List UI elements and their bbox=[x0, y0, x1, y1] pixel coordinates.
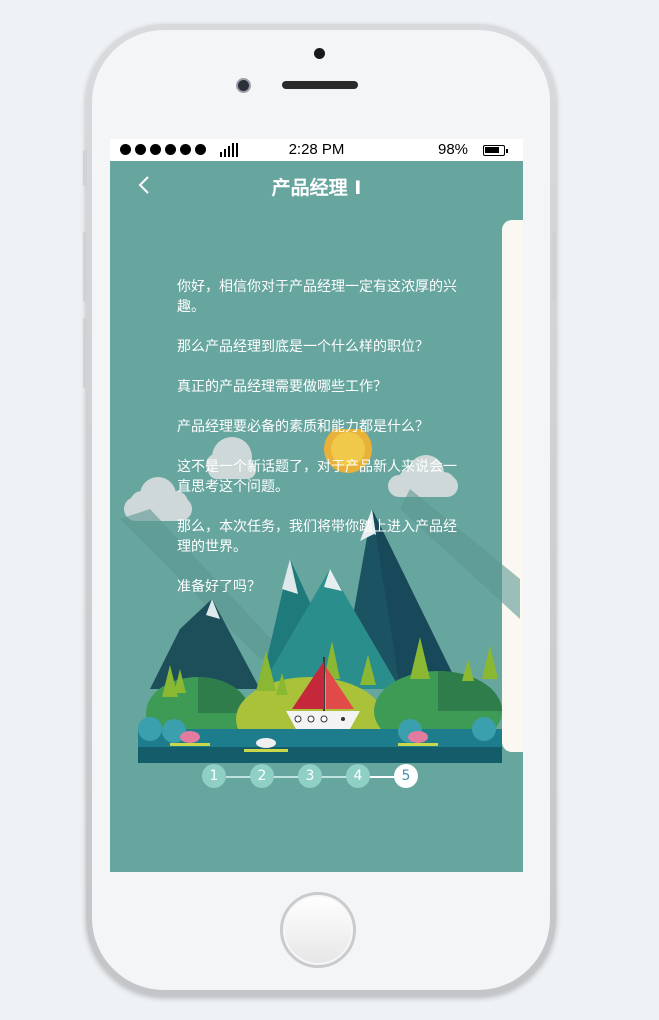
intro-paragraph: 你好，相信你对于产品经理一定有这浓厚的兴趣。 bbox=[177, 279, 457, 315]
step-5[interactable]: 5 bbox=[394, 764, 418, 788]
power-button bbox=[552, 232, 556, 302]
step-2[interactable]: 2 bbox=[250, 764, 274, 788]
step-indicator: 1 2 3 4 5 bbox=[202, 764, 422, 790]
intro-paragraph: 产品经理要必备的素质和能力都是什么？ bbox=[177, 419, 429, 435]
front-camera-icon bbox=[236, 78, 251, 93]
status-bar: 2:28 PM 98% bbox=[110, 139, 523, 161]
intro-paragraph: 准备好了吗？ bbox=[177, 579, 261, 595]
step-3[interactable]: 3 bbox=[298, 764, 322, 788]
app-screen: 2:28 PM 98% 产品经理 I 你好，相信你对于产品经理一定有这浓厚的兴趣… bbox=[110, 139, 523, 872]
intro-text: 你好，相信你对于产品经理一定有这浓厚的兴趣。 那么产品经理到底是一个什么样的职位… bbox=[177, 277, 467, 617]
battery-percentage: 98% bbox=[438, 141, 469, 158]
intro-paragraph: 那么产品经理到底是一个什么样的职位？ bbox=[177, 339, 429, 355]
intro-paragraph: 那么，本次任务，我们将带你踏上进入产品经理的世界。 bbox=[177, 519, 457, 555]
intro-paragraph: 这不是一个新话题了，对于产品新人来说会一直思考这个问题。 bbox=[177, 459, 457, 495]
intro-paragraph: 真正的产品经理需要做哪些工作？ bbox=[177, 379, 387, 395]
nav-bar: 产品经理 I bbox=[110, 161, 523, 211]
mute-switch bbox=[83, 150, 87, 186]
volume-down-button bbox=[83, 318, 87, 388]
home-button[interactable] bbox=[280, 892, 356, 968]
volume-up-button bbox=[83, 232, 87, 302]
proximity-sensor bbox=[314, 48, 325, 59]
battery-icon bbox=[483, 145, 508, 156]
step-4[interactable]: 4 bbox=[346, 764, 370, 788]
page-title: 产品经理 I bbox=[271, 177, 362, 199]
step-1[interactable]: 1 bbox=[202, 764, 226, 788]
earpiece-speaker bbox=[282, 81, 358, 89]
